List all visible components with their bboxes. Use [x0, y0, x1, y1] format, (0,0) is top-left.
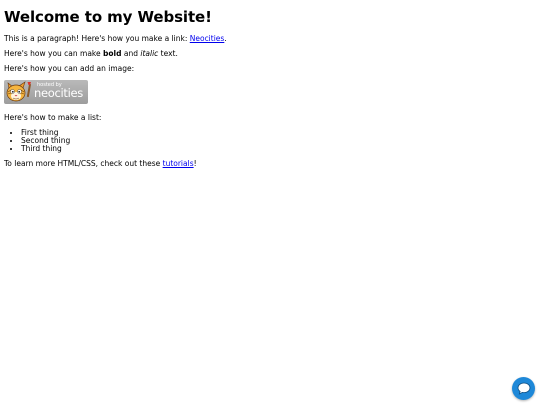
- hosted-by-neocities-badge[interactable]: hosted by neocities: [4, 80, 88, 104]
- paragraph-text: This is a paragraph! Here's how you make…: [4, 34, 190, 43]
- paragraph-list-intro: Here's how to make a list:: [4, 113, 102, 122]
- list-item: First thing: [21, 129, 524, 137]
- tutorials-text: To learn more HTML/CSS, check out these: [4, 159, 163, 168]
- formatting-text-3: text.: [158, 49, 178, 58]
- list-item: Second thing: [21, 137, 524, 145]
- formatting-text-2: and: [121, 49, 141, 58]
- tutorials-link[interactable]: tutorials: [163, 159, 194, 168]
- chat-widget-button[interactable]: [512, 377, 535, 400]
- paragraph-link: This is a paragraph! Here's how you make…: [4, 35, 524, 43]
- formatting-text-1: Here's how you can make: [4, 49, 103, 58]
- paragraph-formatting: Here's how you can make bold and italic …: [4, 50, 524, 58]
- bold-text: bold: [103, 49, 122, 58]
- page-content: Welcome to my Website! This is a paragra…: [4, 8, 524, 175]
- badge-neocities-text: neocities: [34, 86, 83, 100]
- neocities-cat-icon: [6, 81, 32, 102]
- paragraph-tutorials: To learn more HTML/CSS, check out these …: [4, 160, 524, 168]
- chat-bubble-icon: [517, 382, 530, 395]
- tutorials-end: !: [193, 159, 197, 168]
- paragraph-end: .: [224, 34, 227, 43]
- list-item: Third thing: [21, 145, 524, 153]
- page-title: Welcome to my Website!: [4, 8, 212, 26]
- paragraph-image-intro: Here's how you can add an image:: [4, 64, 135, 73]
- italic-text: italic: [140, 49, 159, 58]
- neocities-link[interactable]: Neocities: [190, 34, 225, 43]
- example-list: First thing Second thing Third thing: [4, 129, 524, 153]
